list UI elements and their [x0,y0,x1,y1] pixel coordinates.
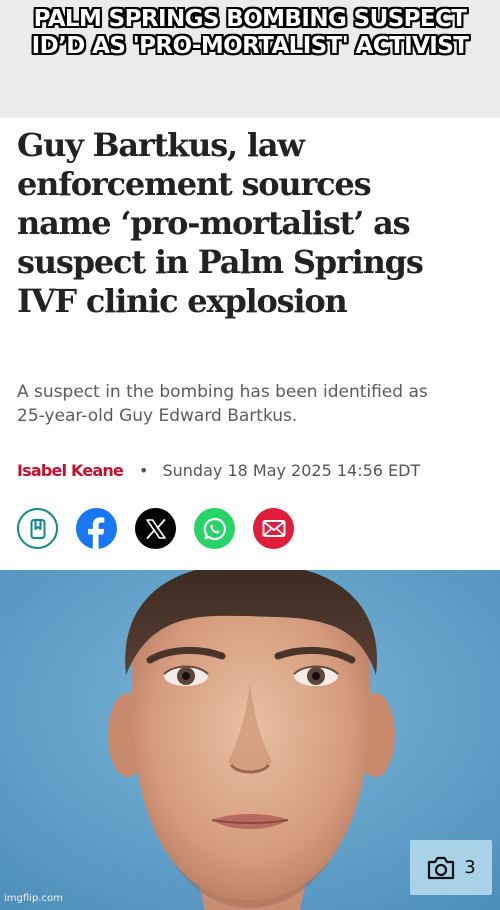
standfirst-line: A suspect in the bombing has been identi… [17,382,428,402]
author-link[interactable]: Isabel Keane [17,461,124,480]
meme-caption-line-2: ID’D AS 'PRO-MORTALIST' ACTIVIST [31,33,469,59]
headline-line: IVF clinic explosion [17,282,348,320]
facebook-share-button[interactable] [76,508,117,549]
whatsapp-icon [203,517,226,540]
headline-line: name ‘pro-mortalist’ as [17,204,411,242]
email-share-button[interactable] [253,508,294,549]
facebook-icon [88,517,105,549]
article: Guy Bartkus, law enforcement sources nam… [0,118,500,570]
standfirst-line: 25-year-old Guy Edward Bartkus. [17,406,298,426]
byline: Isabel Keane • Sunday 18 May 2025 14:56 … [17,459,420,481]
x-icon [145,518,166,539]
x-share-button[interactable] [135,508,176,549]
share-buttons [17,508,312,549]
meme-caption: PALM SPRINGS BOMBING SUSPECT ID’D AS 'PR… [0,0,500,118]
headline: Guy Bartkus, law enforcement sources nam… [17,126,489,321]
bookmark-button[interactable] [17,508,58,549]
headline-line: enforcement sources [17,165,372,203]
publish-date: Sunday 18 May 2025 14:56 EDT [162,460,421,480]
headline-line: Guy Bartkus, law [17,126,305,164]
byline-separator: • [139,460,149,480]
watermark: imgflip.com [4,893,63,904]
email-icon [262,519,285,537]
meme-caption-line-1: PALM SPRINGS BOMBING SUSPECT [33,6,467,32]
article-standfirst: A suspect in the bombing has been identi… [17,380,487,428]
whatsapp-share-button[interactable] [194,508,235,549]
suspect-photo[interactable]: 3 [0,570,500,910]
gallery-count: 3 [464,857,476,878]
gallery-badge[interactable]: 3 [410,840,492,895]
camera-icon [428,856,455,879]
headline-line: suspect in Palm Springs [17,243,424,281]
bookmark-icon [30,518,45,539]
